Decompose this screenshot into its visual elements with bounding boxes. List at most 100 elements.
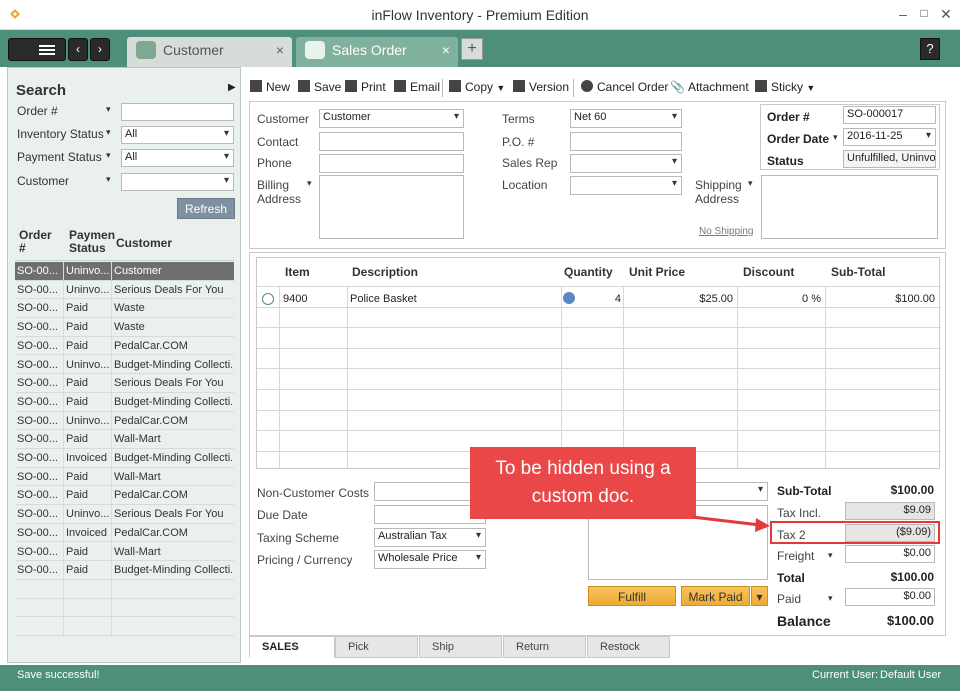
item-cell[interactable]: 9400 [283, 293, 307, 305]
order-date-picker[interactable]: 2016-11-25 [843, 128, 936, 146]
taxing-scheme-select[interactable]: Australian Tax [374, 528, 486, 547]
attachment-button[interactable]: 📎 Attachment [670, 80, 749, 94]
list-item[interactable]: SO-00... Uninvo... Customer [15, 262, 234, 281]
col-header-unit-price[interactable]: Unit Price [629, 258, 685, 286]
sticky-button[interactable]: Sticky ▼ [755, 80, 815, 94]
freight-input[interactable]: $0.00 [845, 545, 935, 563]
list-item[interactable]: SO-00... Paid Wall-Mart [15, 430, 234, 449]
list-item[interactable]: SO-00... Paid Waste [15, 299, 234, 319]
close-tab-icon[interactable]: × [276, 37, 284, 63]
customer-select[interactable]: Customer [319, 109, 464, 128]
cancel-order-button[interactable]: Cancel Order [581, 80, 668, 94]
table-row[interactable]: 9400 Police Basket 4 $25.00 0 % $100.00 [257, 290, 941, 309]
col-header-payment-status[interactable]: Paymen Status [69, 229, 115, 255]
list-item[interactable]: SO-00... Paid PedalCar.COM [15, 486, 234, 506]
unit-price-cell[interactable]: $25.00 [627, 293, 733, 305]
paid-input[interactable]: $0.00 [845, 588, 935, 606]
list-item[interactable]: SO-00... Invoiced PedalCar.COM [15, 524, 234, 543]
col-header-quantity[interactable]: Quantity [564, 258, 613, 286]
quantity-cell[interactable]: 4 [567, 293, 621, 305]
list-item[interactable]: SO-00... Paid Wall-Mart [15, 468, 234, 487]
order-number-field[interactable]: SO-000017 [843, 106, 936, 124]
collapse-arrow-icon[interactable]: ▶ [228, 82, 236, 93]
col-header-customer[interactable]: Customer [116, 236, 172, 250]
col-header-subtotal[interactable]: Sub-Total [831, 258, 885, 286]
col-header-description[interactable]: Description [352, 258, 418, 286]
col-header-discount[interactable]: Discount [743, 258, 794, 286]
menu-button[interactable] [8, 38, 66, 61]
new-button[interactable]: New [250, 80, 290, 94]
billing-address-input[interactable] [319, 175, 464, 239]
tab-customer[interactable]: Customer × [127, 37, 292, 67]
sales-rep-select[interactable] [570, 154, 682, 173]
save-button[interactable]: Save [298, 80, 341, 94]
phone-input[interactable] [319, 154, 464, 173]
tab-sales[interactable]: SALES [249, 636, 335, 658]
maximize-icon[interactable]: □ [913, 6, 935, 20]
location-select[interactable] [570, 176, 682, 195]
dropdown-arrow-icon[interactable]: ▾ [106, 127, 111, 138]
dropdown-arrow-icon[interactable]: ▾ [106, 150, 111, 161]
tab-return[interactable]: Return [503, 636, 586, 658]
order-number-input[interactable] [121, 103, 234, 121]
list-item[interactable]: SO-00... Paid Budget-Minding Collecti... [15, 561, 234, 580]
minimize-icon[interactable]: – [892, 6, 914, 22]
list-item[interactable] [15, 617, 234, 636]
pricing-currency-select[interactable]: Wholesale Price [374, 550, 486, 569]
col-header-item[interactable]: Item [285, 258, 310, 286]
grid-row-line [257, 327, 941, 329]
shipping-address-input[interactable] [761, 175, 938, 239]
list-item[interactable]: SO-00... Uninvo... Serious Deals For You [15, 505, 234, 524]
help-button[interactable]: ? [920, 38, 940, 60]
dropdown-arrow-icon[interactable]: ▾ [828, 593, 833, 604]
print-button[interactable]: Print [345, 80, 386, 94]
list-item[interactable]: SO-00... Uninvo... Budget-Minding Collecti… [15, 356, 234, 375]
tab-pick[interactable]: Pick [335, 636, 418, 658]
list-item[interactable]: SO-00... Uninvo... Serious Deals For You [15, 281, 234, 300]
tab-sales-order[interactable]: Sales Order × [296, 37, 458, 67]
payment-status-select[interactable]: All [121, 149, 234, 167]
back-arrow-icon[interactable]: ‹ [68, 38, 88, 61]
close-tab-icon[interactable]: × [442, 37, 450, 63]
contact-input[interactable] [319, 132, 464, 151]
dropdown-arrow-icon[interactable]: ▾ [307, 178, 312, 189]
version-button[interactable]: Version [513, 80, 569, 94]
customer-filter-select[interactable] [121, 173, 234, 191]
close-window-icon[interactable]: ✕ [935, 6, 957, 23]
tab-ship[interactable]: Ship [419, 636, 502, 658]
list-item[interactable]: SO-00... Paid Wall-Mart [15, 543, 234, 562]
dropdown-arrow-icon[interactable]: ▾ [106, 104, 111, 115]
email-button[interactable]: Email [394, 80, 440, 94]
dropdown-arrow-icon[interactable]: ▾ [828, 550, 833, 561]
po-input[interactable] [570, 132, 682, 151]
inventory-status-select[interactable]: All [121, 126, 234, 144]
payment-status-cell: Paid [66, 433, 89, 446]
col-header-order[interactable]: Order # [19, 229, 52, 255]
list-item[interactable] [15, 580, 234, 599]
list-item[interactable]: SO-00... Paid Waste [15, 318, 234, 337]
list-item[interactable]: SO-00... Paid Serious Deals For You [15, 374, 234, 393]
list-item[interactable] [15, 599, 234, 618]
dropdown-arrow-icon[interactable]: ▾ [106, 174, 111, 185]
row-status-icon[interactable] [262, 293, 274, 305]
list-item[interactable]: SO-00... Paid PedalCar.COM [15, 337, 234, 356]
annotation-arrow-icon [691, 515, 770, 532]
fulfill-button[interactable]: Fulfill [588, 586, 676, 606]
dropdown-arrow-icon[interactable]: ▾ [748, 178, 753, 189]
refresh-button[interactable]: Refresh [177, 198, 235, 219]
list-item[interactable]: SO-00... Invoiced Budget-Minding Collecti.… [15, 449, 234, 468]
discount-cell[interactable]: 0 % [741, 293, 821, 305]
no-shipping-link[interactable]: No Shipping [699, 226, 753, 237]
new-tab-button[interactable]: + [461, 38, 483, 60]
dropdown-arrow-icon[interactable]: ▾ [833, 132, 838, 143]
list-item[interactable]: SO-00... Uninvo... PedalCar.COM [15, 412, 234, 431]
terms-select[interactable]: Net 60 [570, 109, 682, 128]
description-cell[interactable]: Police Basket [350, 293, 417, 305]
list-item[interactable]: SO-00... Paid Budget-Minding Collecti... [15, 393, 234, 412]
subtotal-cell[interactable]: $100.00 [827, 293, 935, 305]
tab-restock[interactable]: Restock [587, 636, 670, 658]
mark-paid-dropdown-icon[interactable]: ▾ [751, 586, 768, 606]
mark-paid-button[interactable]: Mark Paid [681, 586, 750, 606]
copy-button[interactable]: Copy ▼ [449, 80, 505, 94]
forward-arrow-icon[interactable]: › [90, 38, 110, 61]
